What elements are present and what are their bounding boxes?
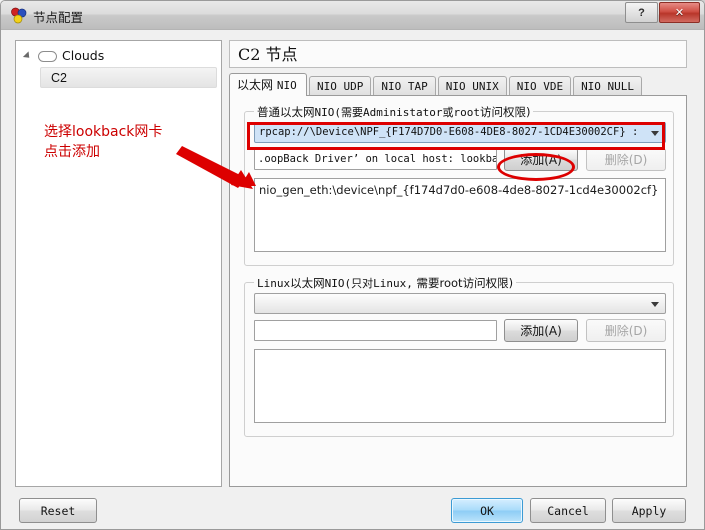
linux-nio-name-input[interactable] <box>254 320 497 341</box>
help-button[interactable]: ? <box>625 2 658 23</box>
gb1-part2: NIO(需要Administator或root <box>314 106 480 119</box>
dialog-window: 节点配置 ? ✕ Clouds C2 C2 节点 以太网 NIO NIO UDP… <box>0 0 705 530</box>
gb1-part1: 普通以太网 <box>257 105 315 119</box>
linux-device-combobox[interactable] <box>254 293 666 314</box>
gb2-part2: 以太网 <box>290 276 325 290</box>
linux-ethernet-nio-group: Linux以太网NIO(只对Linux, 需要root访问权限) 添加(A) 删… <box>244 275 674 437</box>
ethernet-device-combobox-value: rpcap://\Device\NPF_{F174D7D0-E608-4DE8-… <box>259 126 643 138</box>
close-button[interactable]: ✕ <box>659 2 700 23</box>
window-title: 节点配置 <box>33 10 84 25</box>
dialog-footer: Reset OK Cancel Apply <box>1 496 704 529</box>
generic-ethernet-nio-group: 普通以太网NIO(需要Administator或root访问权限) rpcap:… <box>244 104 674 266</box>
tab-ethernet-nio-label-cn: 以太网 <box>237 78 277 92</box>
tree-item-clouds[interactable]: Clouds <box>16 45 221 66</box>
dialog-client-area: Clouds C2 C2 节点 以太网 NIO NIO UDP NIO TAP <box>1 30 704 529</box>
delete-linux-nio-button: 删除(D) <box>586 319 666 342</box>
tab-nio-vde[interactable]: NIO VDE <box>508 76 572 96</box>
gb2-part1: Linux <box>257 277 291 290</box>
node-tree-panel[interactable]: Clouds C2 <box>15 40 222 487</box>
reset-button[interactable]: Reset <box>19 498 97 523</box>
gb1-part3: 访问权限) <box>479 105 531 119</box>
gb2-part4: 需要root访问权限) <box>412 276 514 290</box>
linux-device-combobox-value <box>259 294 643 313</box>
delete-ethernet-nio-button: 删除(D) <box>586 148 666 171</box>
tab-nio-tap[interactable]: NIO TAP <box>373 76 436 96</box>
ethernet-device-combobox[interactable]: rpcap://\Device\NPF_{F174D7D0-E608-4DE8-… <box>254 122 666 143</box>
linux-ethernet-nio-group-title: Linux以太网NIO(只对Linux, 需要root访问权限) <box>254 275 517 291</box>
tab-strip: 以太网 NIO NIO UDP NIO TAP NIO UNIX NIO VDE… <box>229 73 687 96</box>
tab-ethernet-nio[interactable]: 以太网 NIO <box>229 73 307 96</box>
chevron-down-icon[interactable] <box>651 302 659 307</box>
window-frame: 节点配置 ? ✕ Clouds C2 C2 节点 以太网 NIO NIO UDP… <box>0 0 705 530</box>
ethernet-nio-list[interactable]: nio_gen_eth:\device\npf_{f174d7d0-e608-4… <box>254 178 666 252</box>
gns3-balls-icon <box>10 7 28 25</box>
tree-item-clouds-label: Clouds <box>62 48 105 63</box>
tree-item-c2[interactable]: C2 <box>40 67 217 88</box>
generic-ethernet-nio-group-title: 普通以太网NIO(需要Administator或root访问权限) <box>254 104 534 120</box>
chevron-down-icon[interactable] <box>651 131 659 136</box>
annotation-note-line2: 点击添加 <box>44 144 100 160</box>
tab-container: 以太网 NIO NIO UDP NIO TAP NIO UNIX NIO VDE… <box>229 73 687 487</box>
page-title: C2 节点 <box>229 40 687 68</box>
list-item[interactable]: nio_gen_eth:\device\npf_{f174d7d0-e608-4… <box>259 182 661 198</box>
tree-item-c2-label: C2 <box>51 71 67 85</box>
tab-nio-udp[interactable]: NIO UDP <box>309 76 372 96</box>
tab-nio-null[interactable]: NIO NULL <box>573 76 643 96</box>
annotation-note-line1: 选择lookback网卡 <box>44 124 163 140</box>
apply-button[interactable]: Apply <box>612 498 686 523</box>
gb2-part3: NIO(只对Linux, <box>324 277 413 290</box>
ok-button[interactable]: OK <box>451 498 523 523</box>
cloud-icon <box>38 51 57 62</box>
annotation-note: 选择lookback网卡 点击添加 <box>44 122 162 162</box>
triangle-expanded-icon[interactable] <box>22 51 33 61</box>
node-config-pane: C2 节点 以太网 NIO NIO UDP NIO TAP NIO UNIX N… <box>229 40 687 487</box>
ethernet-nio-name-input[interactable]: .oopBack Driver’ on local host: lookback <box>254 149 497 170</box>
add-ethernet-nio-button[interactable]: 添加(A) <box>504 148 578 171</box>
cancel-button[interactable]: Cancel <box>530 498 606 523</box>
linux-nio-list[interactable] <box>254 349 666 423</box>
add-linux-nio-button[interactable]: 添加(A) <box>504 319 578 342</box>
tab-nio-unix[interactable]: NIO UNIX <box>437 76 507 96</box>
title-bar: 节点配置 ? ✕ <box>1 1 704 30</box>
title-bar-buttons: ? ✕ <box>624 2 700 23</box>
tab-page-ethernet-nio: 普通以太网NIO(需要Administator或root访问权限) rpcap:… <box>229 95 687 487</box>
tab-ethernet-nio-label-nio: NIO <box>276 79 297 92</box>
